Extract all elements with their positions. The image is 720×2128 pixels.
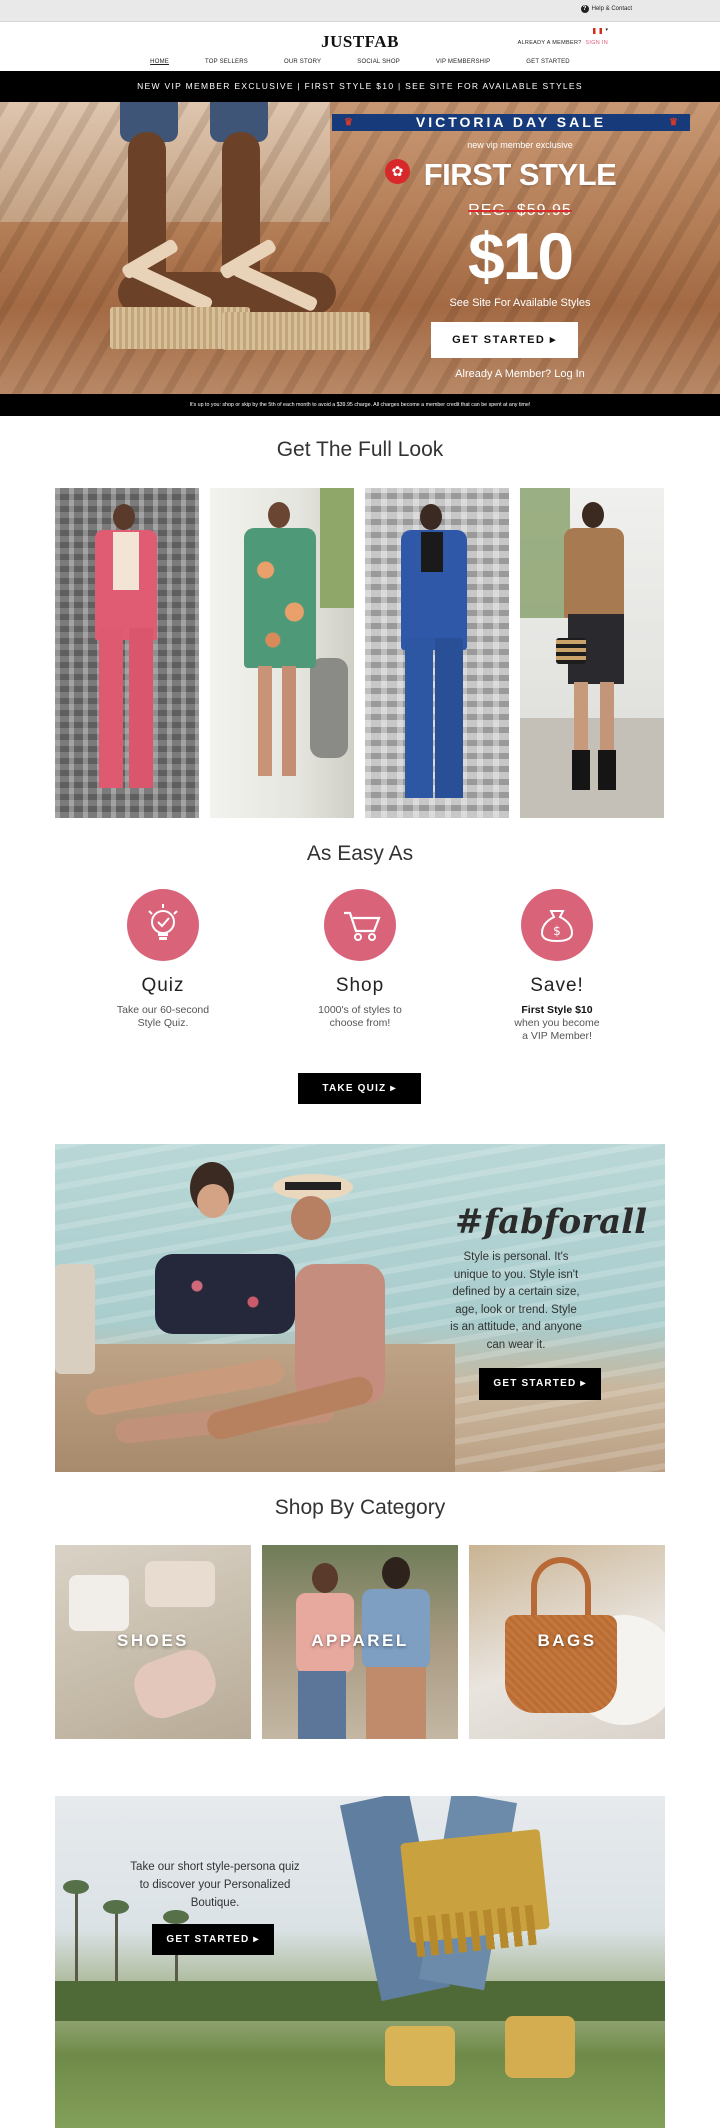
- style-quiz-banner[interactable]: Take our short style-persona quiz to dis…: [55, 1796, 665, 2128]
- maple-leaf-icon: ♛: [344, 117, 353, 128]
- member-signin: ALREADY A MEMBER? SIGN IN: [518, 40, 608, 46]
- look-card-pink-suit[interactable]: [55, 488, 199, 818]
- nav-vip-membership[interactable]: VIP MEMBERSHIP: [418, 59, 508, 65]
- step-desc-line: Style Quiz.: [137, 1017, 189, 1029]
- full-look-title: Get The Full Look: [276, 438, 444, 461]
- step-desc-line: choose from!: [329, 1017, 391, 1029]
- fabforall-banner[interactable]: #fabforall Style is personal. It's uniqu…: [55, 1144, 665, 1472]
- style-quiz-text: Take our short style-persona quiz to dis…: [130, 1861, 300, 1909]
- step-desc-line: when you become: [514, 1017, 600, 1029]
- utility-bar: ? Help & Contact: [0, 0, 720, 22]
- step-quiz: Quiz Take our 60-second Style Quiz.: [53, 889, 273, 1030]
- nav-home[interactable]: HOME: [132, 59, 187, 65]
- maple-leaf-icon: ♛: [669, 117, 678, 128]
- step-shop: Shop 1000's of styles to choose from!: [250, 889, 470, 1030]
- hero-price: $10: [467, 219, 574, 293]
- step-desc-line: Take our 60-second: [116, 1004, 210, 1016]
- step-desc-bold: First Style $10: [521, 1004, 593, 1016]
- site-header: JUSTFAB ▾ ALREADY A MEMBER? SIGN IN HOME…: [0, 22, 720, 71]
- lightbulb-check-icon: [127, 889, 199, 961]
- style-quiz-get-started-button[interactable]: GET STARTED ▸: [152, 1924, 274, 1955]
- hero-get-started-button[interactable]: GET STARTED ▸: [431, 322, 578, 358]
- look-card-brown-top[interactable]: [520, 488, 664, 818]
- step-name: Shop: [335, 975, 385, 996]
- fabforall-text: Style is personal. It's unique to you. S…: [450, 1251, 582, 1351]
- sign-in-link[interactable]: SIGN IN: [585, 40, 608, 46]
- membership-disclaimer: It's up to you: shop or skip by the 5th …: [0, 394, 720, 416]
- site-logo[interactable]: JUSTFAB: [0, 32, 720, 52]
- hero-photo-wedge-right: [222, 312, 370, 350]
- nav-get-started[interactable]: GET STARTED: [508, 59, 588, 65]
- sale-banner: ♛ VICTORIA DAY SALE ♛: [332, 114, 690, 131]
- take-quiz-button[interactable]: TAKE QUIZ ▸: [298, 1073, 421, 1104]
- help-contact-link[interactable]: ? Help & Contact: [580, 5, 632, 13]
- category-bags-label: BAGS: [537, 1631, 597, 1650]
- see-site-text: See Site For Available Styles: [449, 297, 591, 309]
- already-member-login-link[interactable]: Already A Member? Log In: [410, 368, 630, 380]
- main-nav: HOME TOP SELLERS OUR STORY SOCIAL SHOP V…: [0, 59, 720, 65]
- chevron-down-icon[interactable]: ▾: [605, 27, 608, 33]
- canada-flag-icon[interactable]: [593, 28, 602, 34]
- easy-title: As Easy As: [306, 842, 414, 865]
- look-card-floral-dress[interactable]: [210, 488, 354, 818]
- category-shoes-label: SHOES: [116, 1631, 190, 1650]
- hero-headline: FIRST STYLE: [423, 157, 617, 192]
- sale-banner-text: VICTORIA DAY SALE: [415, 114, 607, 130]
- step-name: Quiz: [141, 975, 185, 996]
- fabforall-get-started-button[interactable]: GET STARTED ▸: [479, 1368, 601, 1400]
- step-name: Save!: [530, 975, 584, 996]
- nav-top-sellers[interactable]: TOP SELLERS: [187, 59, 266, 65]
- nav-social-shop[interactable]: SOCIAL SHOP: [339, 59, 418, 65]
- shopping-cart-icon: [324, 889, 396, 961]
- step-save: $ Save! First Style $10 when you become …: [447, 889, 667, 1043]
- category-title: Shop By Category: [274, 1496, 446, 1519]
- nav-our-story[interactable]: OUR STORY: [266, 59, 339, 65]
- fabforall-title: #fabforall: [455, 1202, 647, 1242]
- category-apparel-label: APPAREL: [311, 1631, 409, 1650]
- help-label: Help & Contact: [591, 6, 632, 12]
- category-shoes[interactable]: SHOES: [55, 1545, 251, 1739]
- step-desc-line: a VIP Member!: [522, 1030, 592, 1042]
- vip-exclusive-text: new vip member exclusive: [467, 140, 573, 150]
- hero-banner[interactable]: ♛ VICTORIA DAY SALE ♛ new vip member exc…: [0, 102, 720, 394]
- category-bags[interactable]: BAGS: [469, 1545, 665, 1739]
- step-desc-line: 1000's of styles to: [318, 1004, 402, 1016]
- promo-bar[interactable]: NEW VIP MEMBER EXCLUSIVE | FIRST STYLE $…: [0, 71, 720, 102]
- help-icon: ?: [580, 5, 589, 13]
- look-card-blue-suit[interactable]: [365, 488, 509, 818]
- category-apparel[interactable]: APPAREL: [262, 1545, 458, 1739]
- member-prompt: ALREADY A MEMBER?: [517, 40, 582, 46]
- money-bag-icon: $: [521, 889, 593, 961]
- maple-leaf-badge-icon: ✿: [385, 159, 410, 184]
- svg-text:$: $: [553, 924, 561, 938]
